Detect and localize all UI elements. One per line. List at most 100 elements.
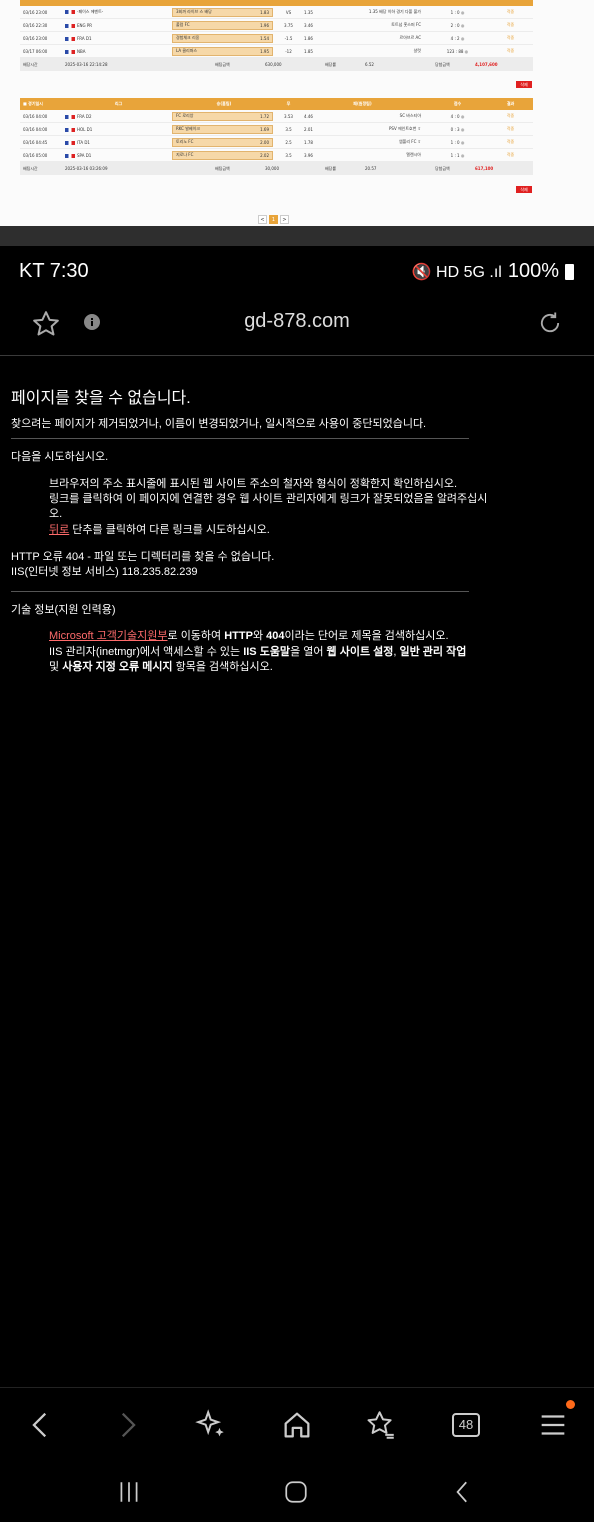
system-navigation [0,1457,594,1522]
forward-icon[interactable] [110,1408,144,1442]
league-name: NBA [77,48,86,54]
tip-2: 링크를 클릭하여 이 페이지에 연결한 경우 웹 사이트 관리자에게 링크가 잘… [49,493,488,520]
text: 와 [252,630,267,642]
row-date: 03/16 04:00 [23,113,48,119]
row-draw: 3.75 [284,22,293,28]
row-result: 적중 [506,139,515,144]
row-draw: 3.5 [285,126,292,132]
row-away: 4.46 SC 바스티아 [301,112,425,121]
home-odds: 1.72 [260,113,269,119]
iis-info: IIS(인터넷 정보 서비스) 118.235.82.239 [11,566,198,578]
away-odds: 4.46 [304,113,313,119]
embedded-screenshot: 03/16 23:00 -페이스 에벤트- 3회까 라이브 스 배당 1.83 VS 1.… [0,0,594,226]
system-back-icon[interactable] [450,1479,476,1505]
back-icon[interactable] [24,1408,58,1442]
row-result: 적중 [506,22,515,27]
table-row: 03/16 04:45 ITA D1 토리노 FC 2.00 2.5 1.78 엠폴리 FC… [20,136,533,149]
row-result: 적중 [506,113,515,118]
flag-icon [65,114,75,119]
back-link[interactable]: 뒤로 [49,524,69,536]
row-result: 적중 [506,152,515,157]
league-name: FRA D1 [77,35,92,41]
prev-page-button[interactable]: < [258,215,267,224]
header-date: ■ 경기일시 [23,101,43,106]
away-odds: 1.35 [304,9,313,15]
url-text[interactable]: gd-878.com [0,310,594,333]
header-away: 패(원정팀) [353,101,372,106]
away-team: SC 바스티아 [399,113,421,118]
home-odds: 2.02 [260,152,269,158]
home-odds: 1.69 [260,126,269,132]
bookmarks-icon[interactable] [364,1408,398,1442]
row-score: 1 : 0 ◎ [450,9,465,15]
sparkle-icon[interactable] [194,1408,228,1442]
page-1-button[interactable]: 1 [269,215,278,224]
text: IIS 관리자(inetmgr)에서 액세스할 수 있는 [49,646,244,658]
league-name: SPA D1 [77,152,92,158]
home-odds: 1.54 [260,35,269,41]
page-title: 페이지를 찾을 수 없습니다. [11,390,191,407]
home-button-icon[interactable] [283,1479,309,1505]
battery-icon [565,263,574,280]
delete-button[interactable]: 삭제 [516,81,532,88]
row-score: 123 : 88 ◎ [446,48,469,54]
away-odds: 3.96 [304,152,313,158]
header-league: 리그 [114,101,123,106]
delete-button[interactable]: 삭제 [516,186,532,193]
row-date: 03/16 04:00 [23,126,48,132]
flag-icon [65,49,75,54]
status-bar: KT 7:30 🔇 HD 5G .ıl 100% [0,246,594,296]
table-row: 03/16 23:00 FRA D1 경험체크 리옹 1.54 -1.5 1.86 르아브르… [20,32,533,45]
league-name: -페이스 에벤트- [77,9,104,14]
microsoft-support-link[interactable]: Microsoft 고객기술지원부 [49,630,168,642]
league-name: HOL D1 [77,126,93,132]
home-team: 3회까 라이브 스 배당 [176,9,212,14]
footer-odds-label: 배당률 [325,165,337,171]
table-row: 03/17 06:00 NBA LA 클리퍼스 1.95 -12 1.85 샬럿 123 : … [20,45,533,58]
address-bar: gd-878.com [0,296,594,356]
row-league: SPA D1 [62,153,172,158]
away-team: 엘렌시아 [406,152,421,157]
tech-line-3: 및 사용자 지정 오류 메시지 항목을 검색하십시오. [49,660,499,675]
away-team: 샬럿 [413,48,421,53]
browser-toolbar: 48 [0,1387,594,1457]
menu-icon[interactable] [536,1408,570,1442]
status-icons: 🔇 HD 5G .ıl [411,263,502,281]
away-team: 르아브르 AC [399,35,421,40]
tabs-icon[interactable]: 48 [452,1413,480,1437]
footer-time: 2025-03-16 03:26:09 [65,166,108,171]
recents-icon[interactable] [116,1479,142,1505]
reload-icon[interactable] [536,309,564,337]
home-team: LA 클리퍼스 [176,48,198,53]
tech-line-1: Microsoft 고객기술지원부로 이동하여 HTTP와 404이라는 단어로… [49,629,499,644]
row-result: 적중 [506,48,515,53]
away-odds: 1.85 [304,48,313,54]
home-team: FC 로리앙 [176,113,194,118]
bet-table-1: 03/16 23:00 -페이스 에벤트- 3회까 라이브 스 배당 1.83 VS 1.… [20,0,533,71]
row-home: 토리노 FC 2.00 [172,137,273,147]
home-team: 지로나 FC [176,152,194,157]
notification-dot [566,1400,575,1409]
row-date: 03/16 05:00 [23,152,48,158]
next-page-button[interactable]: > [280,215,289,224]
league-name: ENG PR [77,22,93,28]
flag-icon [65,23,75,28]
row-draw: 3.53 [284,113,293,119]
row-home: 풀럼 FC 1.96 [172,20,273,30]
row-home: 3회까 라이브 스 배당 1.83 [172,7,273,17]
row-score: 0 : 3 ◎ [450,126,465,132]
divider [11,591,469,592]
row-home: FC 로리앙 1.72 [172,111,273,121]
footer-time: 2025-03-16 22:14:28 [65,62,108,67]
footer-win-amount: 617,100 [475,166,494,171]
tip-3-text: 단추를 클릭하여 다른 링크를 시도하십시오. [69,524,270,536]
home-icon[interactable] [280,1408,314,1442]
clock: KT 7:30 [19,260,89,282]
row-league: NBA [62,49,172,54]
home-team: 토리노 FC [176,139,194,144]
flag-icon [65,10,75,14]
text: 일반 관리 작업 [399,646,467,658]
home-team: 풀럼 FC [176,22,190,27]
row-draw: 2.5 [285,139,292,145]
row-draw: -1.5 [284,35,293,41]
